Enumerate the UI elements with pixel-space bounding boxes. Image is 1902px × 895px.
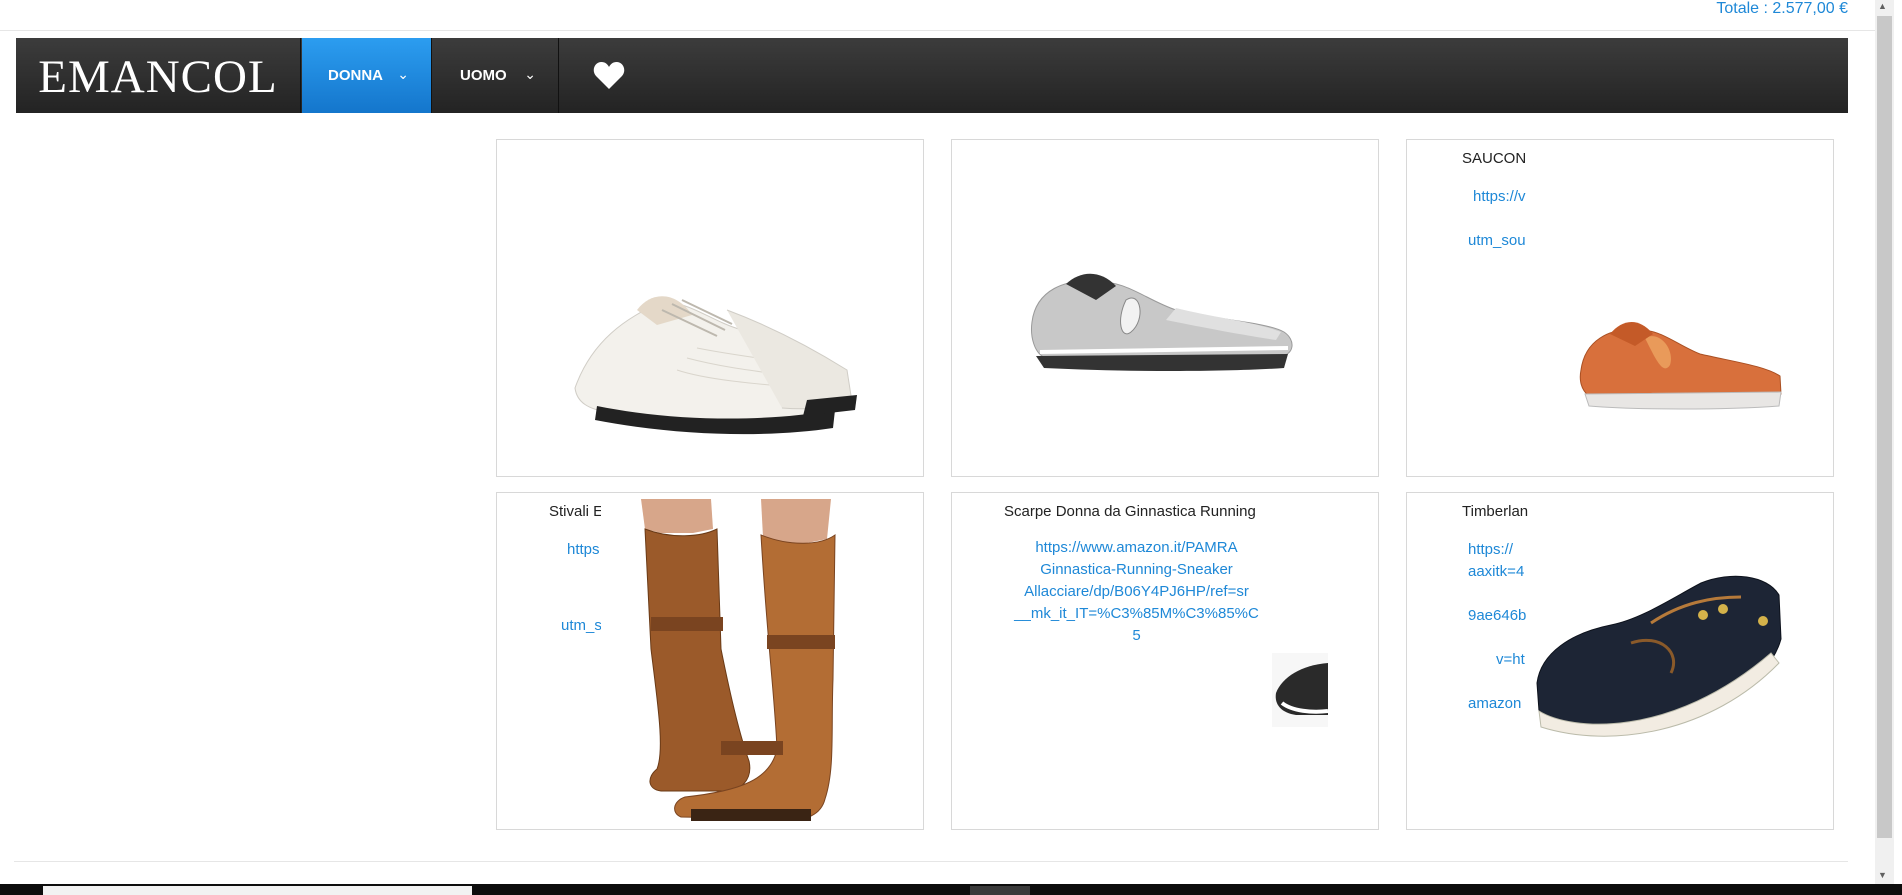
taskbar-app-button[interactable]	[970, 886, 1030, 895]
product-link[interactable]: 5	[1004, 625, 1269, 647]
header-bar: Totale : 2.577,00 €	[0, 0, 1875, 31]
nav-item-donna[interactable]: DONNA ⌄	[302, 38, 432, 113]
product-info: Scarpe Donna da Ginnastica Running https…	[1004, 503, 1269, 648]
logo[interactable]: EMANCOL	[16, 38, 301, 113]
product-link[interactable]: 9ae646b	[1468, 607, 1526, 624]
product-card[interactable]: Stivali E https utm_s	[496, 492, 924, 830]
nav-item-label: DONNA	[328, 67, 383, 84]
product-link[interactable]: utm_s	[561, 617, 601, 633]
product-card[interactable]	[496, 139, 924, 477]
product-link[interactable]: __mk_it_IT=%C3%85M%C3%85%C	[1004, 603, 1269, 625]
product-card[interactable]: Timberlan https:// aaxitk=4 9ae646b v=ht…	[1406, 492, 1834, 830]
taskbar-search[interactable]	[43, 886, 472, 895]
product-link-block: https://www.amazon.it/PAMRA Ginnastica-R…	[1004, 537, 1269, 647]
product-link[interactable]: https://	[1468, 541, 1513, 558]
product-image	[574, 296, 857, 435]
page: Totale : 2.577,00 € EMANCOL DONNA ⌄ UOMO…	[0, 0, 1875, 895]
product-title: SAUCON	[1462, 150, 1527, 167]
product-link[interactable]: https://v	[1473, 188, 1526, 205]
product-card[interactable]: Scarpe Donna da Ginnastica Running https…	[951, 492, 1379, 830]
product-image	[1536, 575, 1782, 737]
product-info: Stivali E https utm_s	[549, 503, 601, 633]
product-card[interactable]: SAUCON https://v utm_sou	[1406, 139, 1834, 477]
product-image	[1272, 653, 1328, 727]
product-link[interactable]: amazon	[1468, 695, 1521, 712]
product-title: Timberlan	[1462, 503, 1529, 520]
product-title: Scarpe Donna da Ginnastica Running	[1004, 503, 1256, 520]
heart-icon	[593, 62, 624, 89]
product-card[interactable]	[951, 139, 1379, 477]
product-link[interactable]: https	[567, 541, 600, 558]
product-info: SAUCON https://v utm_sou	[1462, 150, 1592, 260]
product-link[interactable]: v=ht	[1496, 651, 1525, 668]
nav-item-label: UOMO	[460, 67, 507, 84]
chevron-down-icon: ⌄	[397, 66, 409, 82]
cart-total-link[interactable]: Totale : 2.577,00 €	[1716, 0, 1848, 18]
scrollbar-thumb[interactable]	[1877, 16, 1892, 838]
chevron-down-icon: ⌄	[524, 66, 536, 82]
product-link[interactable]: utm_sou	[1468, 232, 1526, 249]
product-link[interactable]: https://www.amazon.it/PAMRA	[1004, 537, 1269, 559]
footer-divider	[14, 861, 1848, 862]
product-image	[641, 499, 836, 821]
favorites-button[interactable]	[561, 38, 656, 113]
navbar: EMANCOL DONNA ⌄ UOMO ⌄	[16, 38, 1848, 113]
product-link[interactable]: Ginnastica-Running-Sneaker	[1004, 559, 1269, 581]
product-link[interactable]: aaxitk=4	[1468, 563, 1524, 580]
scroll-up-icon[interactable]: ▲	[1878, 1, 1887, 11]
scroll-down-icon[interactable]: ▼	[1878, 870, 1887, 880]
product-link[interactable]: Allacciare/dp/B06Y4PJ6HP/ref=sr	[1004, 581, 1269, 603]
nav-item-uomo[interactable]: UOMO ⌄	[434, 38, 559, 113]
product-image	[1031, 273, 1293, 371]
product-image	[1579, 322, 1782, 410]
product-title: Stivali E	[549, 503, 601, 520]
